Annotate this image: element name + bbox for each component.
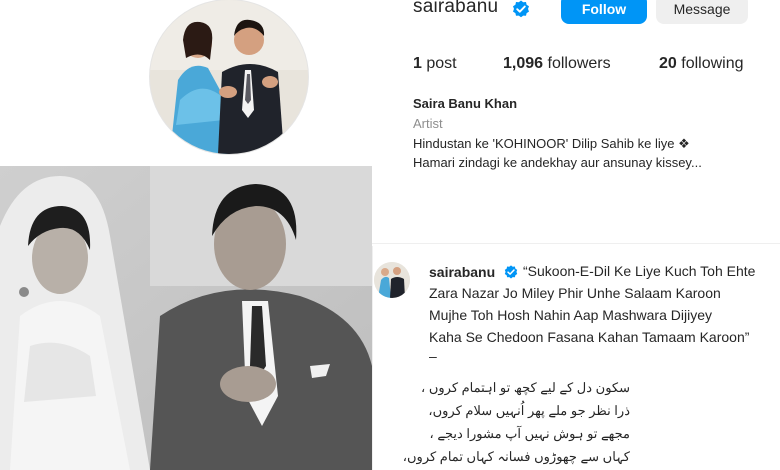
posts-label: post	[426, 55, 457, 72]
profile-avatar-image	[150, 0, 308, 154]
follow-button[interactable]: Follow	[561, 0, 647, 24]
following-stat[interactable]: 20 following	[659, 55, 744, 73]
profile-display-name: Saira Banu Khan	[413, 96, 518, 111]
posts-count: 1	[413, 55, 422, 72]
message-button[interactable]: Message	[656, 0, 748, 24]
following-count: 20	[659, 55, 677, 72]
followers-count: 1,096	[503, 55, 544, 72]
profile-category: Artist	[413, 116, 443, 131]
post-photo-image	[0, 166, 372, 470]
followers-label: followers	[547, 55, 611, 72]
caption-line-4: Kaha Se Chedoon Fasana Kahan Tamaam Karo…	[429, 329, 750, 345]
caption-line-3: Mujhe Toh Hosh Nahin Aap Mashwara Dijiye…	[429, 307, 712, 323]
urdu-line-1: سکون دل کے لیے کچھ تو اہتمام کروں ،	[421, 380, 630, 395]
urdu-line-3: مجھے تو ہوش نہیں آپ مشورا دیجے ،	[429, 426, 630, 441]
verified-badge-icon	[513, 0, 529, 18]
post-author-avatar-image	[374, 262, 410, 298]
following-label: following	[681, 55, 744, 72]
urdu-line-2: ذرا نظر جو ملے پھر اُنہیں سلام کروں،	[428, 403, 630, 418]
profile-avatar[interactable]	[150, 0, 308, 154]
profile-username[interactable]: sairabanu	[413, 0, 498, 18]
urdu-line-4: کہاں سے چھوڑوں فسانہ کہاں تمام کروں،	[402, 449, 630, 464]
post-photo[interactable]	[0, 166, 372, 470]
bio-line-1: Hindustan ke 'KOHINOOR' Dilip Sahib ke l…	[413, 136, 690, 151]
bio-line-2: Hamari zindagi ke andekhay aur ansunay k…	[413, 155, 702, 170]
caption-dash: –	[429, 348, 437, 364]
post-author-avatar[interactable]	[374, 262, 410, 298]
verified-badge-icon	[504, 265, 518, 279]
followers-stat[interactable]: 1,096 followers	[503, 55, 611, 73]
post-divider	[372, 243, 780, 244]
post-divider-vertical	[372, 246, 373, 470]
caption-line-2: Zara Nazar Jo Miley Phir Unhe Salaam Kar…	[429, 285, 721, 301]
posts-count-stat: 1 post	[413, 55, 457, 73]
caption-line-1: “Sukoon-E-Dil Ke Liye Kuch Toh Ehte	[523, 263, 756, 279]
post-username[interactable]: sairabanu	[429, 264, 495, 280]
